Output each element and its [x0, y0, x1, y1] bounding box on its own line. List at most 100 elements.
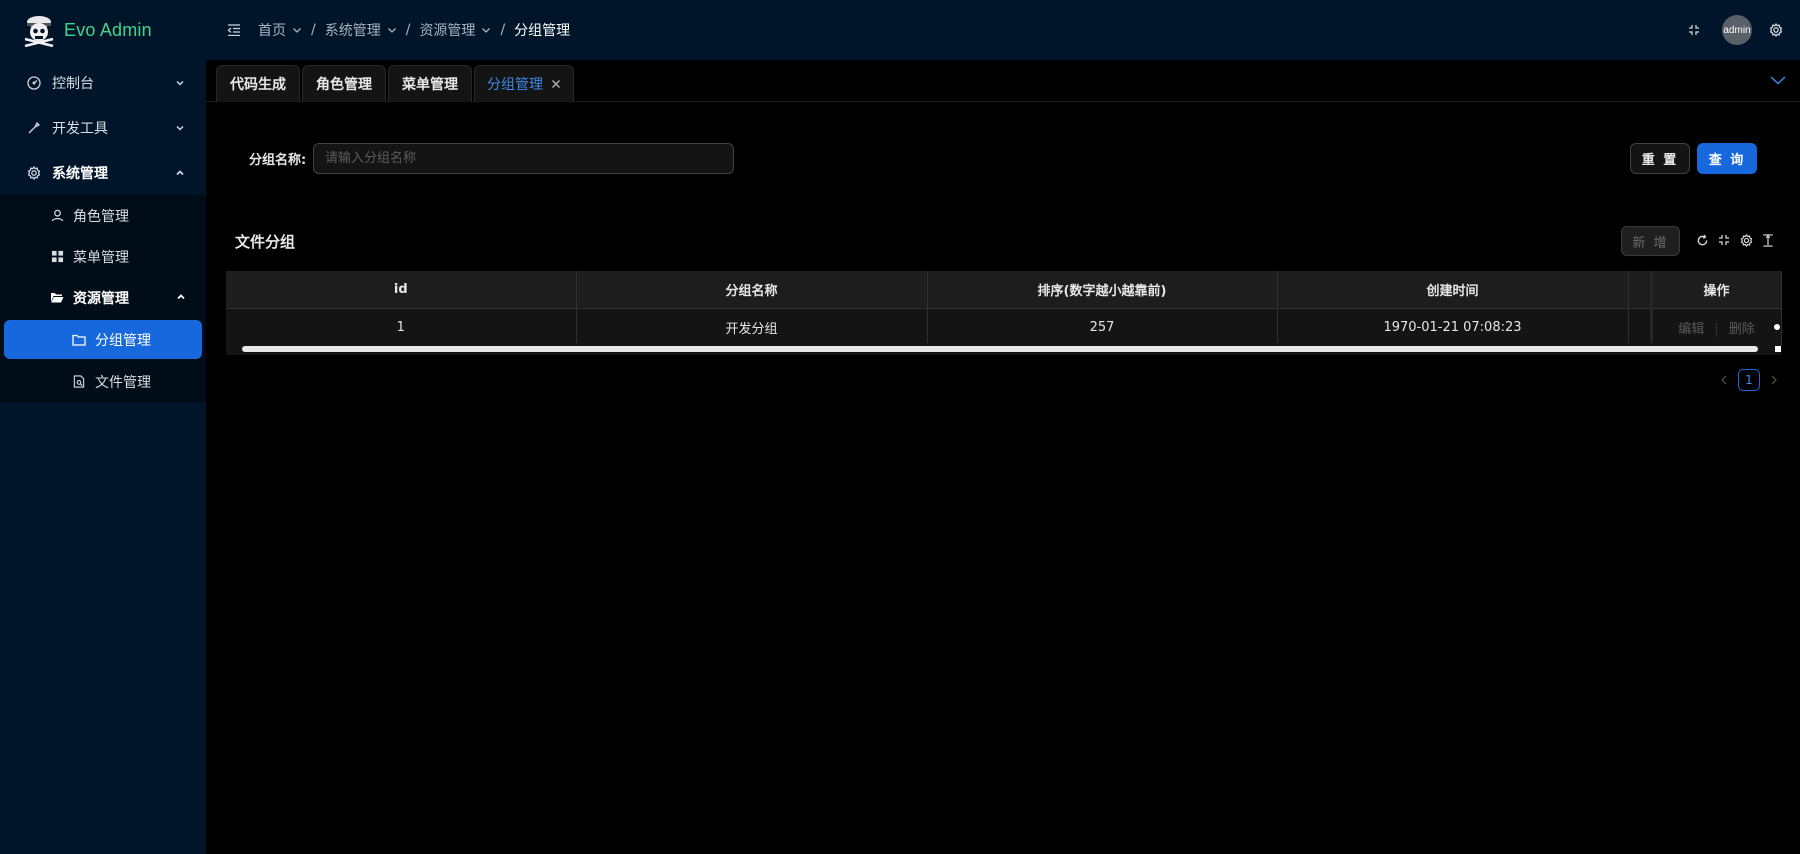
scroll-corner-icon	[1775, 346, 1781, 352]
breadcrumb-resources[interactable]: 资源管理	[419, 20, 491, 40]
breadcrumb-system[interactable]: 系统管理	[325, 20, 397, 40]
folder-open-icon	[49, 290, 65, 306]
breadcrumb-label: 系统管理	[324, 23, 381, 39]
edit-button[interactable]: 编辑	[1678, 322, 1704, 337]
top-header: 首页 / 系统管理 / 资源管理 / 分组管理 admin	[206, 0, 1800, 60]
cell-created: 1970-01-21 07:08:23	[1277, 308, 1629, 346]
page-tabs: 代码生成 角色管理 菜单管理 分组管理	[206, 60, 1800, 102]
group-name-search-input[interactable]	[313, 143, 734, 174]
sidebar-item-file-management[interactable]: 文件管理	[0, 361, 206, 402]
page-number[interactable]: 1	[1738, 369, 1760, 391]
breadcrumb-label: 首页	[258, 23, 286, 39]
logo[interactable]: Evo Admin	[0, 0, 206, 60]
column-header-actions: 操作	[1649, 271, 1782, 309]
query-button[interactable]: 查 询	[1697, 143, 1757, 174]
cell-name: 开发分组	[576, 308, 928, 346]
header-actions: admin	[1684, 0, 1800, 60]
column-header-created[interactable]: 创建时间	[1277, 271, 1629, 309]
chevron-down-icon	[481, 25, 491, 35]
table-header-row: id 分组名称 排序(数字越小越靠前) 创建时间 操作	[226, 271, 1782, 309]
chevron-down-icon	[174, 77, 186, 89]
user-icon	[49, 208, 65, 224]
gear-icon	[26, 165, 42, 181]
tab-label: 角色管理	[316, 77, 372, 93]
pagination: 1	[1716, 369, 1782, 391]
prev-page-icon[interactable]	[1716, 369, 1732, 391]
tab-roles[interactable]: 角色管理	[302, 65, 386, 102]
sidebar-item-label: 分组管理	[95, 332, 151, 349]
dashboard-icon	[26, 75, 42, 91]
cell-sort: 257	[927, 308, 1278, 346]
breadcrumb-separator: /	[311, 22, 316, 38]
sidebar-item-label: 系统管理	[52, 165, 108, 182]
group-table: id 分组名称 排序(数字越小越靠前) 创建时间 操作 1 开发分组 257 1…	[226, 271, 1782, 346]
tab-menus[interactable]: 菜单管理	[388, 65, 472, 102]
reset-button[interactable]: 重 置	[1630, 143, 1690, 174]
column-height-icon[interactable]	[1760, 231, 1776, 249]
app-title: Evo Admin	[64, 19, 152, 40]
add-button[interactable]: 新 增	[1621, 226, 1680, 256]
sidebar-submenu-system: 角色管理 菜单管理 资源管理 分组管理 文件管理	[0, 195, 206, 402]
close-icon[interactable]	[551, 79, 561, 89]
table-row: 1 开发分组 257 1970-01-21 07:08:23 编辑 | 删除	[226, 308, 1782, 346]
sidebar-item-label: 角色管理	[73, 208, 129, 225]
sidebar-item-dashboard[interactable]: 控制台	[0, 60, 206, 105]
action-divider: |	[1714, 321, 1719, 337]
sidebar: Evo Admin 控制台 开发工具 系统管理 角色管理 菜单管理 资源管理 分…	[0, 0, 206, 854]
column-header-sort[interactable]: 排序(数字越小越靠前)	[927, 271, 1278, 309]
sidebar-item-menus[interactable]: 菜单管理	[0, 236, 206, 277]
cell-id: 1	[226, 308, 577, 346]
tab-code-gen[interactable]: 代码生成	[216, 65, 300, 102]
cell-spacer	[1628, 308, 1652, 346]
chevron-up-icon	[176, 290, 186, 306]
breadcrumb-home[interactable]: 首页	[258, 20, 302, 40]
tabs-dropdown-chevron-icon[interactable]	[1768, 70, 1788, 90]
breadcrumb-separator: /	[500, 22, 506, 38]
sidebar-menu: 控制台 开发工具 系统管理 角色管理 菜单管理 资源管理 分组管理 文件管理	[0, 60, 206, 402]
chevron-up-icon	[174, 167, 186, 179]
tab-label: 分组管理	[487, 77, 543, 93]
column-header-name[interactable]: 分组名称	[576, 271, 928, 309]
folder-icon	[71, 332, 87, 348]
cell-actions: 编辑 | 删除	[1649, 308, 1782, 346]
fullscreen-icon[interactable]	[1684, 20, 1704, 40]
sidebar-item-system[interactable]: 系统管理	[0, 150, 206, 195]
tool-icon	[26, 120, 42, 136]
chevron-down-icon	[174, 122, 186, 134]
tab-label: 代码生成	[230, 77, 286, 93]
delete-button[interactable]: 删除	[1729, 322, 1755, 337]
sidebar-item-label: 开发工具	[52, 120, 108, 137]
column-settings-gear-icon[interactable]	[1738, 231, 1754, 249]
table-toolbar	[1694, 231, 1776, 249]
breadcrumb: 首页 / 系统管理 / 资源管理 / 分组管理	[258, 20, 570, 40]
density-icon[interactable]	[1716, 231, 1732, 249]
file-search-icon	[71, 374, 87, 390]
skull-logo-icon	[22, 13, 56, 48]
tab-label: 菜单管理	[402, 77, 458, 93]
chevron-down-icon	[292, 25, 302, 35]
breadcrumb-separator: /	[405, 22, 411, 38]
sidebar-item-dev-tools[interactable]: 开发工具	[0, 105, 206, 150]
column-header-spacer	[1628, 271, 1652, 309]
sidebar-item-label: 菜单管理	[73, 249, 129, 266]
tab-group-management[interactable]: 分组管理	[474, 65, 574, 102]
sidebar-item-label: 资源管理	[73, 290, 129, 307]
sidebar-item-label: 文件管理	[95, 374, 151, 391]
horizontal-scrollbar[interactable]	[242, 346, 1758, 352]
scroll-dot-icon	[1774, 324, 1780, 330]
breadcrumb-current: 分组管理	[514, 23, 571, 39]
avatar[interactable]: admin	[1722, 15, 1752, 45]
sidebar-item-resources[interactable]: 资源管理	[0, 277, 206, 318]
next-page-icon[interactable]	[1766, 369, 1782, 391]
chevron-down-icon	[387, 25, 397, 35]
sidebar-item-group-management[interactable]: 分组管理	[4, 320, 202, 359]
menu-fold-icon[interactable]	[224, 20, 244, 40]
search-label: 分组名称:	[249, 153, 307, 168]
sidebar-item-roles[interactable]: 角色管理	[0, 195, 206, 236]
column-header-id[interactable]: id	[226, 271, 577, 309]
reload-icon[interactable]	[1694, 231, 1710, 249]
grid-icon	[49, 249, 65, 265]
sidebar-item-label: 控制台	[52, 75, 94, 92]
breadcrumb-label: 资源管理	[419, 23, 476, 39]
settings-gear-icon[interactable]	[1766, 20, 1786, 40]
